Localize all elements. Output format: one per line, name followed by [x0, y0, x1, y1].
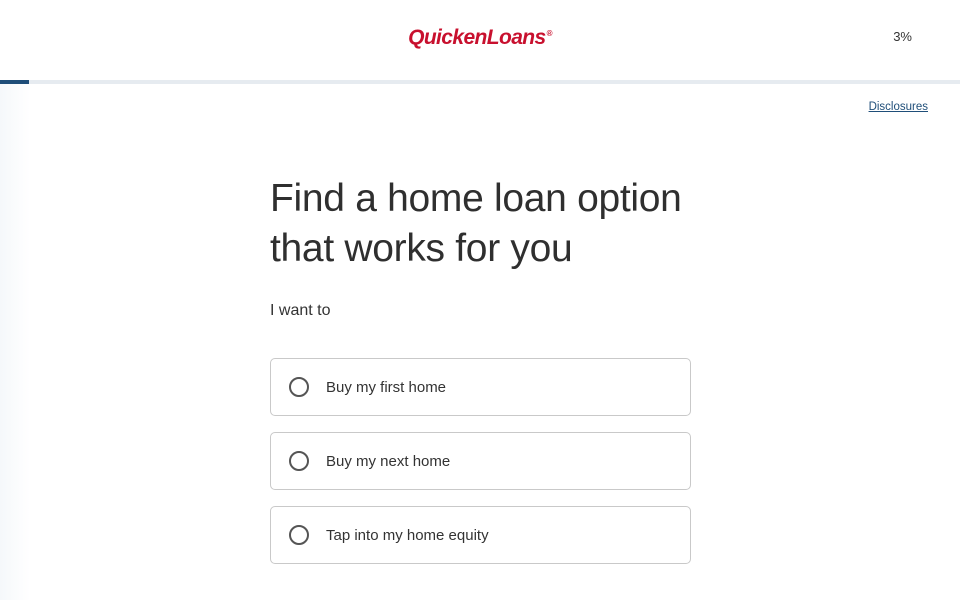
- progress-percent: 3%: [893, 29, 912, 44]
- radio-button[interactable]: [289, 525, 309, 545]
- main-content: Find a home loan option that works for y…: [270, 174, 691, 580]
- radio-button[interactable]: [289, 451, 309, 471]
- progress-bar: [0, 80, 960, 84]
- header: QuickenLoans® 3%: [0, 0, 960, 80]
- quicken-loans-logo[interactable]: QuickenLoans®: [0, 26, 960, 50]
- option-buy-next-home[interactable]: Buy my next home: [270, 432, 691, 490]
- option-label: Buy my first home: [326, 378, 447, 396]
- registered-mark: ®: [546, 29, 553, 38]
- question-label: I want to: [270, 302, 331, 319]
- page: QuickenLoans® 3% Disclosures Find a home…: [0, 0, 960, 600]
- option-tap-home-equity[interactable]: Tap into my home equity: [270, 506, 691, 564]
- page-title: Find a home loan option that works for y…: [270, 177, 682, 270]
- radio-button[interactable]: [289, 377, 309, 397]
- progress-bar-fill: [0, 80, 29, 84]
- logo-text: QuickenLoans: [408, 26, 546, 49]
- disclosures-link[interactable]: Disclosures: [869, 101, 928, 113]
- loan-option-list: Buy my first home Buy my next home Tap i…: [270, 358, 691, 564]
- option-buy-first-home[interactable]: Buy my first home: [270, 358, 691, 416]
- option-label: Buy my next home: [326, 452, 451, 470]
- option-label: Tap into my home equity: [326, 526, 489, 544]
